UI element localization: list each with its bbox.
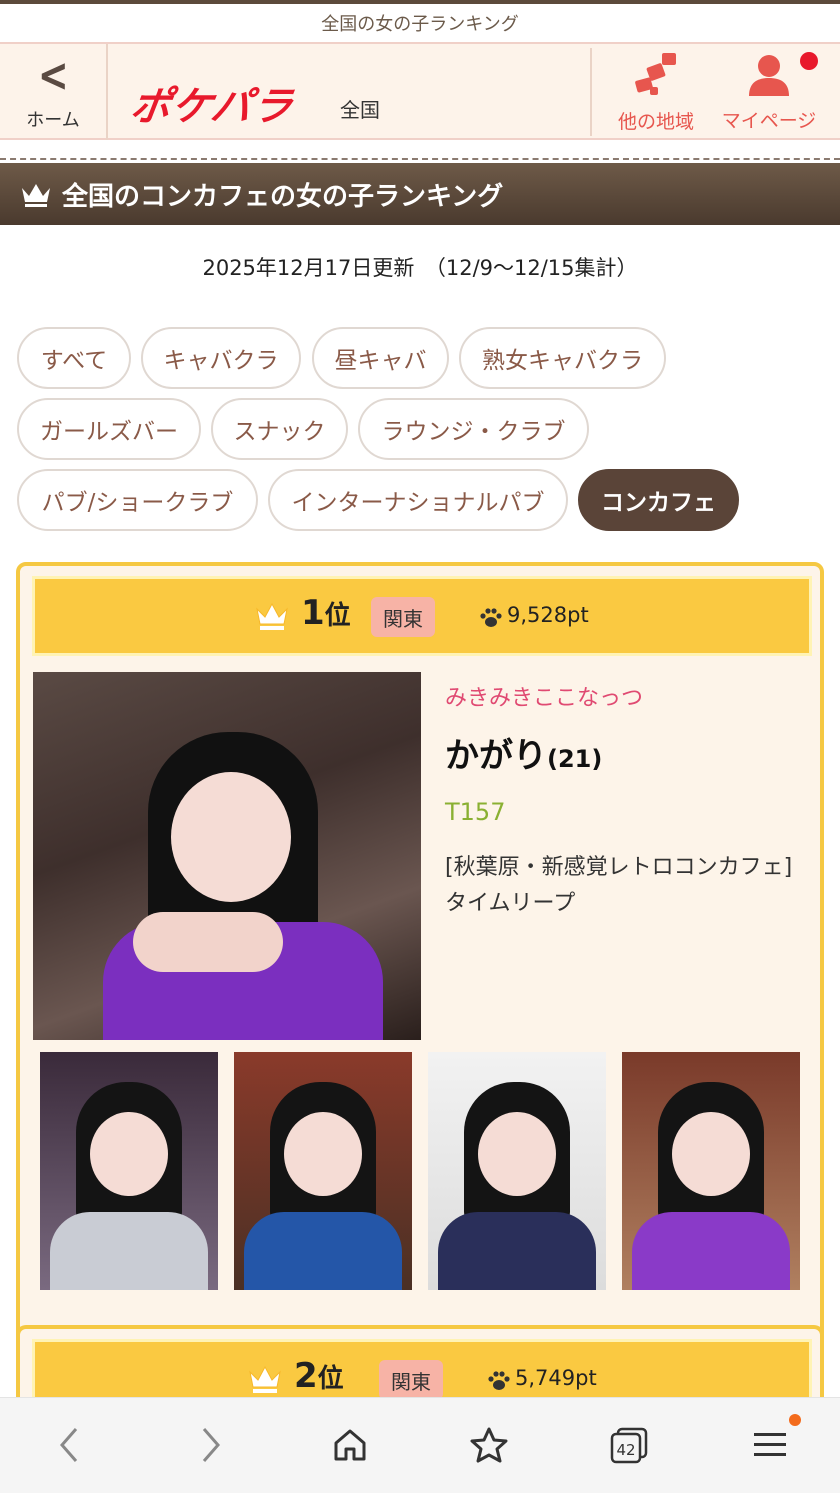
photo-hands (133, 912, 283, 972)
other-area-label: 他の地域 (617, 110, 694, 133)
girl-name[interactable]: かがり(21) (445, 728, 602, 777)
thumbnail-photo[interactable] (234, 1052, 412, 1290)
thumb-outfit (632, 1212, 790, 1290)
site-tagline: 全国の女の子ランキング (0, 4, 840, 42)
thumb-face (284, 1112, 362, 1196)
mypage-label: マイページ (721, 109, 817, 132)
user-icon (749, 54, 789, 96)
home-label: ホーム (26, 110, 80, 131)
other-area-button[interactable]: 他の地域 (606, 44, 706, 140)
shop-name-link[interactable]: みきみきここなっつ (445, 680, 643, 712)
category-all[interactable]: すべて (17, 327, 131, 389)
chevron-right-icon (202, 1428, 220, 1462)
star-list-icon (470, 1427, 508, 1463)
site-logo[interactable]: ポケパラ (128, 74, 298, 130)
header-divider (590, 48, 592, 136)
shop-info: [秋葉原・新感覚レトロコンカフェ] タイムリープ (445, 855, 793, 916)
region-badge: 関東 (379, 1360, 443, 1400)
page-title-bar: 全国のコンカフェの女の子ランキング (0, 163, 840, 225)
thumb-face (672, 1112, 750, 1196)
bookmarks-button[interactable] (465, 1420, 515, 1470)
crown-icon (256, 602, 288, 630)
thumbnail-photo[interactable] (622, 1052, 800, 1290)
menu-notification-dot (789, 1414, 801, 1426)
points-value: 9,528pt (507, 603, 589, 627)
crown-icon (249, 1365, 281, 1393)
thumbnail-photo[interactable] (40, 1052, 218, 1290)
thumb-outfit (50, 1212, 208, 1290)
japan-map-icon (635, 52, 676, 95)
rank-header: 1位 関東 9,528pt (32, 576, 812, 656)
thumb-outfit (244, 1212, 402, 1290)
thumb-face (90, 1112, 168, 1196)
chevron-left-icon: < (37, 48, 69, 102)
back-button[interactable] (44, 1420, 94, 1470)
rank-number: 2位 (294, 1356, 344, 1396)
home-icon (334, 1429, 366, 1461)
category-day-cabaret[interactable]: 昼キャバ (312, 327, 449, 389)
paw-icon (488, 1371, 510, 1390)
forward-button[interactable] (186, 1420, 236, 1470)
category-concafe[interactable]: コンカフェ (578, 469, 739, 531)
tabs-button[interactable]: 42 (604, 1420, 654, 1470)
tabs-icon: 42 (610, 1427, 648, 1464)
thumb-outfit (438, 1212, 596, 1290)
photo-face (171, 772, 291, 902)
home-nav-button[interactable] (325, 1420, 375, 1470)
notification-dot (800, 52, 818, 70)
menu-button[interactable] (745, 1420, 795, 1470)
points-value: 5,749pt (515, 1366, 597, 1390)
svg-text:42: 42 (616, 1441, 635, 1459)
chevron-left-icon (60, 1428, 78, 1462)
paw-icon (480, 608, 502, 627)
page-title: 全国のコンカフェの女の子ランキング (62, 181, 504, 212)
rank-number: 1位 (301, 593, 351, 633)
browser-bottom-nav: 42 (0, 1397, 840, 1493)
menu-icon (754, 1433, 786, 1456)
category-snack[interactable]: スナック (211, 398, 348, 460)
main-photo[interactable] (33, 672, 421, 1040)
crown-icon (22, 184, 50, 207)
region-label: 全国 (340, 98, 380, 122)
category-mature-cabaret[interactable]: 熟女キャバクラ (459, 327, 666, 389)
region-badge: 関東 (371, 597, 435, 637)
girl-height: T157 (445, 798, 506, 826)
category-pub-showclub[interactable]: パブ/ショークラブ (17, 469, 258, 531)
site-header: < ホーム ポケパラ 全国 他の地域 マイページ (0, 42, 840, 140)
thumb-face (478, 1112, 556, 1196)
category-international-pub[interactable]: インターナショナルパブ (268, 469, 568, 531)
dashed-divider (0, 158, 840, 160)
category-lounge-club[interactable]: ラウンジ・クラブ (358, 398, 589, 460)
category-girls-bar[interactable]: ガールズバー (17, 398, 201, 460)
update-date: 2025年12月17日更新 （12/9〜12/15集計） (202, 256, 638, 280)
home-button[interactable]: < ホーム (0, 44, 108, 140)
thumbnail-photo[interactable] (428, 1052, 606, 1290)
category-cabaret[interactable]: キャバクラ (141, 327, 301, 389)
